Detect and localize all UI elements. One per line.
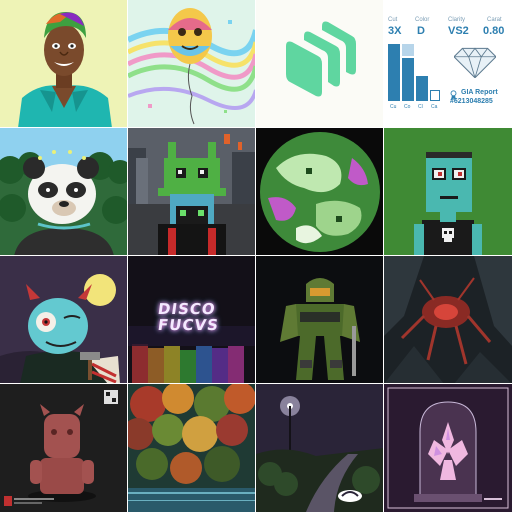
- axis-label-cl: Cl: [418, 104, 423, 110]
- tile-green-armor-soldier[interactable]: [256, 256, 384, 384]
- disco-sign-line2: FUCVS: [156, 316, 221, 334]
- red-creature-cave-image: [384, 256, 512, 384]
- tile-panda-forest[interactable]: [0, 128, 128, 256]
- green-layers-logo-image: [256, 0, 384, 128]
- grid-divider: [0, 383, 512, 384]
- pixel-octopus-ape-image: [128, 128, 256, 256]
- pixel-teal-character-image: [384, 128, 512, 256]
- tile-red-creature-cave[interactable]: [384, 256, 512, 384]
- tile-diamond-spec-card[interactable]: Cut 3X Color D Clarity VS2 Carat 0.80 Cu…: [384, 0, 512, 128]
- tile-blue-devil-hammer[interactable]: [0, 256, 128, 384]
- tile-crystal-flower-bell-jar[interactable]: [384, 384, 512, 512]
- axis-label-cu: Cu: [390, 104, 397, 110]
- tile-green-pixel-planet[interactable]: [256, 128, 384, 256]
- grid-divider: [127, 0, 128, 512]
- carat-value: 0.80: [483, 25, 505, 37]
- carat-label: Carat: [487, 17, 502, 23]
- grid-divider: [255, 0, 256, 512]
- panda-forest-image: [0, 128, 128, 256]
- carat-bar: [430, 90, 440, 101]
- axis-label-co: Co: [404, 104, 411, 110]
- nft-gallery-grid: Cut 3X Color D Clarity VS2 Carat 0.80 Cu…: [0, 0, 512, 512]
- cut-value: 3X: [388, 25, 402, 37]
- tile-autumn-forest-river[interactable]: [128, 384, 256, 512]
- green-armor-soldier-image: [256, 256, 384, 384]
- cut-bar: [388, 44, 400, 101]
- tile-pixel-octopus-ape[interactable]: [128, 128, 256, 256]
- gia-report-number: #6213048285: [450, 98, 493, 105]
- red-toy-figure-image: [0, 384, 128, 512]
- tile-cartoon-man[interactable]: [0, 0, 128, 128]
- autumn-forest-river-image: [128, 384, 256, 512]
- grid-divider: [383, 0, 384, 512]
- tile-red-toy-figure[interactable]: [0, 384, 128, 512]
- tile-green-layers-logo[interactable]: [256, 0, 384, 128]
- clarity-label: Clarity: [448, 17, 466, 23]
- grid-divider: [0, 127, 512, 128]
- tile-pixel-teal-character[interactable]: [384, 128, 512, 256]
- color-value: D: [417, 25, 425, 37]
- balloon-faces-image: [128, 0, 256, 128]
- blue-devil-hammer-image: [0, 256, 128, 384]
- color-label: Color: [415, 17, 430, 23]
- tile-disco-neon-sign[interactable]: DISCO FUCVS: [128, 256, 256, 384]
- color-bar-remainder: [402, 44, 414, 56]
- cut-label: Cut: [388, 17, 398, 23]
- axis-label-ca: Ca: [431, 104, 438, 110]
- grid-divider: [0, 255, 512, 256]
- clarity-value: VS2: [448, 25, 469, 37]
- clarity-bar: [416, 76, 428, 101]
- gia-report-title: GIA Report: [461, 89, 498, 96]
- green-pixel-planet-image: [256, 128, 384, 256]
- color-bar: [402, 58, 414, 101]
- cartoon-man-image: [0, 0, 128, 128]
- night-path-streetlight-image: [256, 384, 384, 512]
- diamond-icon: [454, 47, 496, 78]
- tile-night-path-streetlight[interactable]: [256, 384, 384, 512]
- tile-balloon-faces[interactable]: [128, 0, 256, 128]
- crystal-flower-bell-jar-image: [384, 384, 512, 512]
